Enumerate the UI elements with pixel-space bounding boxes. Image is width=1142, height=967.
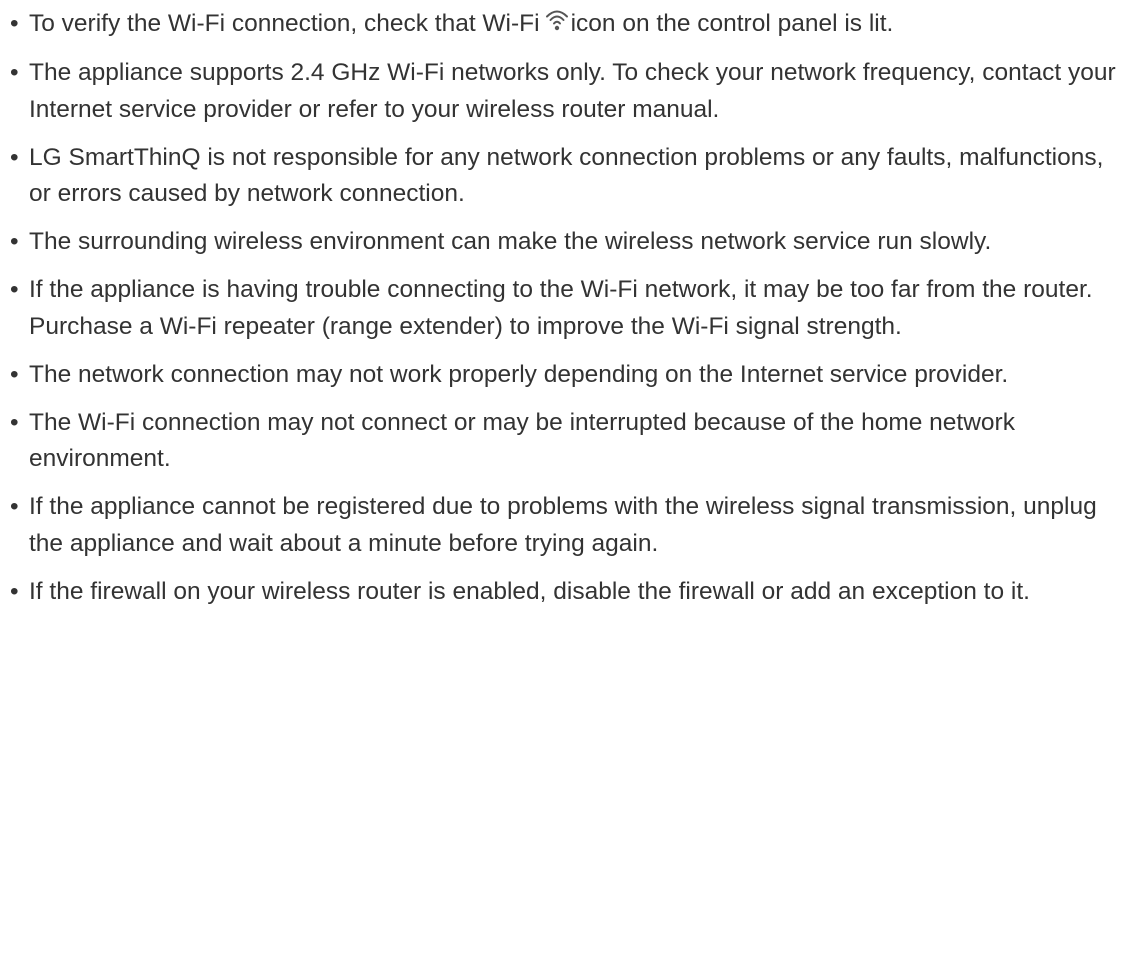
note-text: The network connection may not work prop… [29, 360, 1009, 388]
list-item: • The network connection may not work pro… [10, 357, 1142, 394]
list-item: • If the firewall on your wireless router… [10, 574, 1142, 611]
list-item: • If the appliance is having trouble conn… [10, 272, 1142, 345]
bullet: • [10, 493, 19, 520]
note-text: If the appliance is having trouble conne… [29, 276, 1093, 340]
list-item: • The surrounding wireless environment ca… [10, 224, 1142, 261]
list-item: • To verify the Wi-Fi connection, check t… [10, 6, 1142, 44]
bullet: • [10, 276, 19, 303]
note-text: The surrounding wireless environment can… [29, 228, 992, 255]
note-text: LG SmartThinQ is not responsible for any… [29, 143, 1104, 208]
notes-list: • To verify the Wi-Fi connection, check t… [10, 6, 1142, 610]
list-item: • The appliance supports 2.4 GHz Wi-Fi ne… [10, 55, 1142, 128]
list-item: • LG SmartThinQ is not responsible for an… [10, 140, 1142, 213]
bullet: • [10, 408, 19, 436]
bullet: • [10, 360, 19, 388]
note-text: icon on the control panel is lit. [570, 10, 894, 37]
note-text: If the firewall on your wireless router … [29, 577, 1030, 605]
list-item: • The Wi-Fi connection may not connect or… [10, 405, 1142, 478]
bullet: • [10, 10, 19, 37]
note-text: The Wi-Fi connection may not connect or … [29, 408, 1015, 473]
bullet: • [10, 143, 19, 171]
list-item: • If the appliance cannot be registered d… [10, 489, 1142, 562]
bullet: • [10, 228, 19, 255]
bullet: • [10, 577, 19, 605]
bullet: • [10, 59, 19, 86]
note-text: The appliance supports 2.4 GHz Wi-Fi net… [29, 59, 1116, 123]
wifi-icon [545, 7, 569, 44]
note-text: To verify the Wi-Fi connection, check th… [29, 10, 540, 37]
document-page: • To verify the Wi-Fi connection, check t… [0, 0, 1142, 967]
note-text: If the appliance cannot be registered du… [29, 493, 1097, 557]
